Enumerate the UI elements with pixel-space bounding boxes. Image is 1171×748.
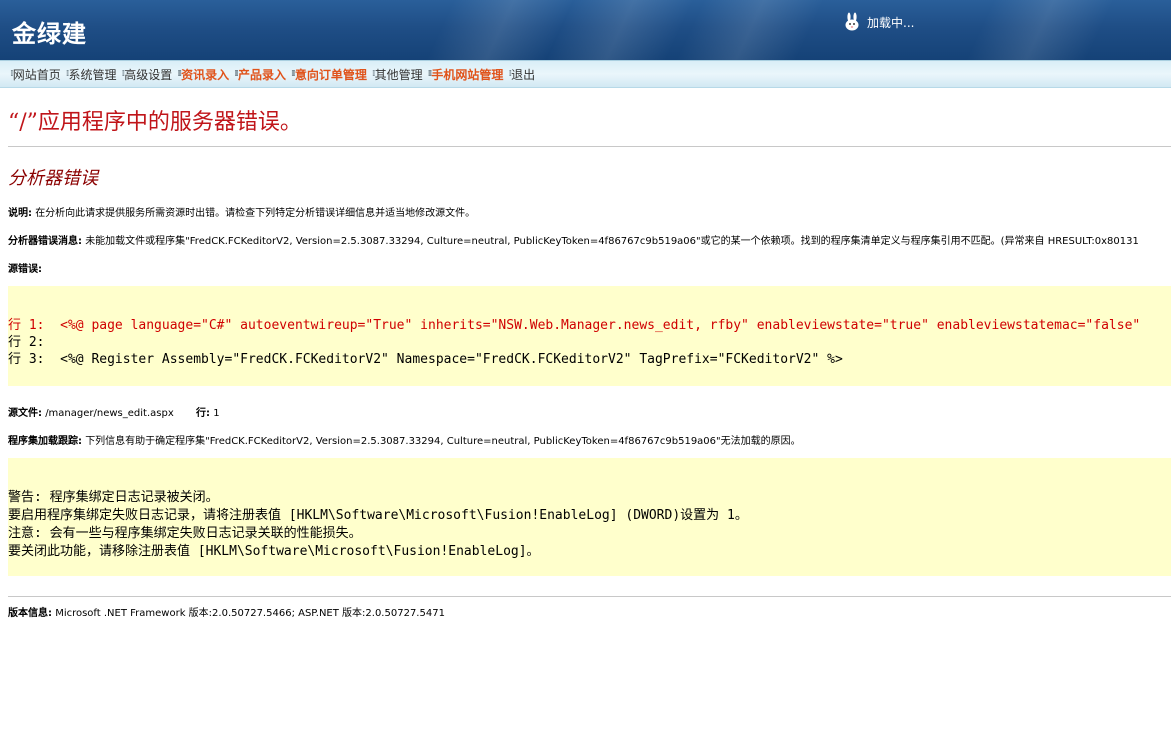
nav-item-label: 资讯录入 (181, 67, 230, 82)
version-label: 版本信息: (8, 608, 52, 619)
description-text: 在分析向此请求提供服务所需资源时出错。请检查下列特定分析错误详细信息并适当地修改… (35, 208, 476, 219)
nav-bullet-icon: ⁞⁞ (508, 69, 511, 79)
error-subtitle: 分析器错误 (8, 168, 98, 189)
nav-bullet-icon: ⁞⁞ (427, 69, 433, 79)
warning-line: 要关闭此功能，请移除注册表值 [HKLM\Software\Microsoft\… (8, 544, 540, 559)
source-file-path: /manager/news_edit.aspx (45, 408, 174, 419)
nav-item-1[interactable]: ⁞⁞ 网站首页 (10, 66, 61, 83)
nav-bullet-icon: ⁞⁞ (371, 69, 375, 79)
source-code-block: 行 1: <%@ page language="C#" autoeventwir… (8, 286, 1171, 386)
nav-item-7[interactable]: ⁞⁞ 其他管理 (372, 66, 423, 83)
nav-item-9[interactable]: ⁞⁞ 退出 (508, 66, 535, 83)
loading-indicator: 加载中... (843, 12, 914, 32)
error-description: 说明: 在分析向此请求提供服务所需资源时出错。请检查下列特定分析错误详细信息并适… (8, 204, 475, 219)
divider (8, 146, 1171, 147)
trace-label: 程序集加载跟踪: (8, 436, 82, 447)
nav-item-label: 其他管理 (374, 67, 423, 82)
warning-line: 要启用程序集绑定失败日志记录，请将注册表值 [HKLM\Software\Mic… (8, 508, 748, 523)
nav-item-label: 高级设置 (124, 67, 173, 82)
page-title: “/”应用程序中的服务器错误。 (8, 110, 302, 135)
source-error-heading: 源错误: (8, 260, 42, 275)
line-number: 1 (213, 408, 220, 419)
nav-bullet-icon: ⁞⁞ (10, 69, 13, 79)
site-logo[interactable]: 金绿建 (12, 14, 87, 49)
code-line: 行 2: (8, 334, 1171, 351)
nav-bullet-icon: ⁞⁞ (234, 69, 239, 79)
line-label: 行: (196, 408, 210, 419)
nav-item-2[interactable]: ⁞⁞ 系统管理 (66, 66, 117, 83)
loading-text: 加载中... (867, 15, 915, 30)
warning-block: 警告: 程序集绑定日志记录被关闭。要启用程序集绑定失败日志记录，请将注册表值 [… (8, 458, 1171, 576)
divider (8, 596, 1171, 597)
warning-line: 警告: 程序集绑定日志记录被关闭。 (8, 490, 219, 505)
rabbit-icon (845, 12, 859, 31)
message-label: 分析器错误消息: (8, 236, 82, 247)
nav-item-label: 系统管理 (68, 67, 117, 82)
code-line-prefix: 行 1: (8, 318, 61, 333)
nav-item-label: 产品录入 (237, 67, 286, 82)
code-line-prefix: 行 2: (8, 335, 45, 350)
description-label: 说明: (8, 208, 32, 219)
code-line-prefix: 行 3: (8, 352, 61, 367)
nav-bullet-icon: ⁞⁞ (121, 69, 125, 79)
trace-text: 下列信息有助于确定程序集"FredCK.FCKeditorV2, Version… (85, 436, 801, 447)
nav-item-label: 手机网站管理 (431, 67, 504, 82)
nav-item-label: 意向订单管理 (294, 67, 367, 82)
nav-bullet-icon: ⁞⁞ (177, 69, 182, 79)
nav-item-8[interactable]: ⁞⁞ 手机网站管理 (428, 66, 504, 83)
warning-line: 注意: 会有一些与程序集绑定失败日志记录关联的性能损失。 (8, 526, 362, 541)
main-nav: ⁞⁞ 网站首页 ⁞⁞ 系统管理 ⁞⁞ 高级设置 ⁞⁞ 资讯录入 ⁞⁞ 产品录入 ⁞⁞ 意向订单管理 ⁞⁞… (0, 60, 1171, 88)
nav-bullet-icon: ⁞⁞ (290, 69, 296, 79)
error-message: 分析器错误消息: 未能加载文件或程序集"FredCK.FCKeditorV2, … (8, 232, 1139, 247)
version-info: 版本信息: Microsoft .NET Framework 版本:2.0.50… (8, 604, 445, 619)
code-line-text: <%@ page language="C#" autoeventwireup="… (60, 318, 1141, 333)
nav-item-6[interactable]: ⁞⁞ 意向订单管理 (291, 66, 367, 83)
code-line: 行 3: <%@ Register Assembly="FredCK.FCKed… (8, 351, 1171, 368)
nav-bullet-icon: ⁞⁞ (65, 69, 69, 79)
source-file-info: 源文件: /manager/news_edit.aspx 行: 1 (8, 404, 220, 419)
nav-item-label: 网站首页 (12, 67, 61, 82)
code-line-text: <%@ Register Assembly="FredCK.FCKeditorV… (60, 352, 843, 367)
nav-item-3[interactable]: ⁞⁞ 高级设置 (122, 66, 173, 83)
nav-item-4[interactable]: ⁞⁞ 资讯录入 (177, 66, 229, 83)
nav-item-5[interactable]: ⁞⁞ 产品录入 (234, 66, 286, 83)
code-line: 行 1: <%@ page language="C#" autoeventwir… (8, 317, 1171, 334)
assembly-load-trace: 程序集加载跟踪: 下列信息有助于确定程序集"FredCK.FCKeditorV2… (8, 432, 801, 447)
source-file-label: 源文件: (8, 408, 42, 419)
message-text: 未能加载文件或程序集"FredCK.FCKeditorV2, Version=2… (85, 236, 1139, 247)
version-text: Microsoft .NET Framework 版本:2.0.50727.54… (55, 608, 445, 619)
nav-item-label: 退出 (511, 67, 536, 82)
source-error-label: 源错误: (8, 264, 42, 275)
top-header: 金绿建 加载中... (0, 0, 1171, 60)
